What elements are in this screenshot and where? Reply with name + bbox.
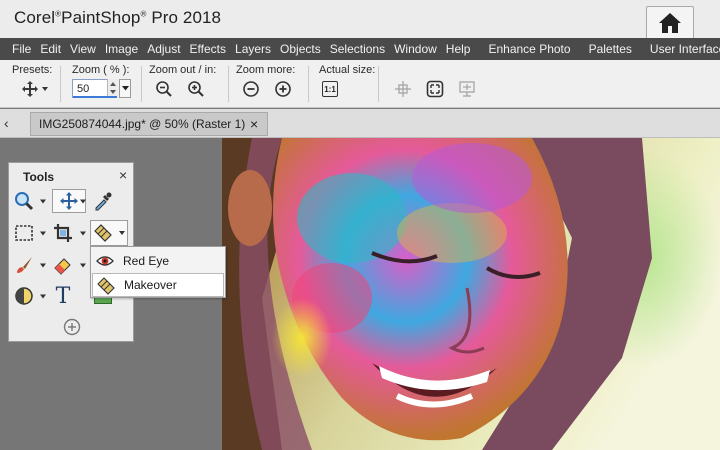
menu-enhance-photo[interactable]: Enhance Photo bbox=[488, 42, 570, 56]
spinner-arrows-icon bbox=[110, 82, 116, 94]
menu-adjust[interactable]: Adjust bbox=[147, 42, 180, 56]
actual-size-label: Actual size: bbox=[319, 64, 376, 76]
rectangle-selection-icon bbox=[15, 225, 33, 241]
paint-brush-tool[interactable] bbox=[13, 254, 35, 276]
eraser-tool[interactable] bbox=[52, 254, 74, 276]
presets-dropdown-icon[interactable] bbox=[42, 87, 48, 92]
document-tab-bar: ‹ IMG250874044.jpg* @ 50% (Raster 1) × bbox=[0, 109, 720, 138]
zoom-out-icon[interactable] bbox=[155, 80, 173, 98]
crop-icon bbox=[54, 224, 72, 242]
tools-close-button[interactable]: × bbox=[119, 167, 127, 183]
zoom-label: Zoom ( % ): bbox=[72, 64, 130, 76]
menu-bar: File Edit View Image Adjust Effects Laye… bbox=[0, 38, 720, 60]
app-title-product: PaintShop bbox=[61, 8, 141, 27]
fill-tool[interactable] bbox=[13, 285, 35, 307]
zoom-in-icon[interactable] bbox=[187, 80, 205, 98]
zoom-dropdown-button[interactable] bbox=[119, 79, 131, 98]
zoom-slider-fill bbox=[73, 96, 117, 98]
menu-user-interface[interactable]: User Interface bbox=[650, 42, 720, 56]
tab-scroll-left-button[interactable]: ‹ bbox=[4, 115, 9, 131]
toolbar-separator bbox=[60, 66, 61, 102]
menu-file[interactable]: File bbox=[12, 42, 31, 56]
actual-size-glyph: 1:1 bbox=[324, 84, 336, 94]
selection-tool[interactable] bbox=[13, 222, 35, 244]
pan-icon bbox=[60, 192, 78, 210]
eye-icon bbox=[96, 256, 114, 266]
retouch-tools-flyout: Red Eye Makeover bbox=[90, 246, 226, 298]
document-tab-title: IMG250874044.jpg* @ 50% (Raster 1) bbox=[39, 117, 246, 131]
tool-caret-icon[interactable] bbox=[80, 263, 86, 269]
tool-caret-icon[interactable] bbox=[40, 263, 46, 269]
app-title-brand: Corel bbox=[14, 8, 56, 27]
toolbar-separator bbox=[228, 66, 229, 102]
dropper-tool[interactable] bbox=[92, 190, 114, 212]
tool-caret-icon[interactable] bbox=[40, 294, 46, 300]
text-tool-icon: T bbox=[55, 283, 71, 309]
menu-effects[interactable]: Effects bbox=[190, 42, 226, 56]
fit-window-icon[interactable] bbox=[426, 80, 444, 98]
eyedropper-icon bbox=[95, 192, 112, 211]
menu-edit[interactable]: Edit bbox=[40, 42, 61, 56]
document-tab[interactable]: IMG250874044.jpg* @ 50% (Raster 1) × bbox=[30, 112, 268, 136]
menu-help[interactable]: Help bbox=[446, 42, 471, 56]
add-tool-button[interactable] bbox=[61, 316, 83, 338]
photo-image bbox=[222, 138, 720, 450]
app-title-version: Pro 2018 bbox=[151, 8, 222, 27]
toolbar-separator bbox=[308, 66, 309, 102]
presets-label: Presets: bbox=[12, 64, 53, 76]
menu-palettes[interactable]: Palettes bbox=[589, 42, 632, 56]
tool-caret-icon[interactable] bbox=[40, 199, 46, 205]
presets-pan-icon[interactable] bbox=[21, 80, 39, 98]
paint-bucket-icon bbox=[15, 287, 33, 305]
toolbar-separator bbox=[378, 66, 379, 102]
tool-caret-icon[interactable] bbox=[80, 231, 86, 237]
home-button[interactable] bbox=[646, 6, 694, 38]
tools-palette-title: Tools bbox=[23, 170, 55, 184]
crop-tool[interactable] bbox=[52, 222, 74, 244]
tool-caret-icon[interactable] bbox=[80, 199, 86, 205]
menu-image[interactable]: Image bbox=[105, 42, 138, 56]
menu-objects[interactable]: Objects bbox=[280, 42, 321, 56]
makeover-icon bbox=[94, 224, 112, 242]
makeover-icon bbox=[97, 277, 115, 295]
app-title: Corel®PaintShop® Pro 2018 bbox=[14, 8, 222, 27]
paintbrush-icon bbox=[17, 257, 32, 273]
photo-canvas[interactable] bbox=[222, 138, 720, 450]
zoom-more-in-icon[interactable] bbox=[274, 80, 292, 98]
toolbar-separator bbox=[141, 66, 142, 102]
flyout-item-makeover[interactable]: Makeover bbox=[92, 273, 224, 297]
magnifier-icon bbox=[15, 192, 34, 211]
tool-caret-icon[interactable] bbox=[40, 231, 46, 237]
menu-window[interactable]: Window bbox=[394, 42, 437, 56]
plus-circle-icon bbox=[63, 318, 81, 336]
chevron-down-icon bbox=[121, 86, 129, 91]
fit-screen-icon[interactable] bbox=[458, 80, 476, 98]
menu-selections[interactable]: Selections bbox=[330, 42, 385, 56]
flyout-item-red-eye[interactable]: Red Eye bbox=[92, 249, 224, 273]
flyout-label: Makeover bbox=[124, 278, 177, 292]
zoom-tool[interactable] bbox=[13, 190, 35, 212]
flyout-label: Red Eye bbox=[123, 254, 170, 268]
menu-view[interactable]: View bbox=[70, 42, 96, 56]
menu-layers[interactable]: Layers bbox=[235, 42, 271, 56]
text-tool[interactable]: T bbox=[52, 283, 74, 309]
zoom-more-label: Zoom more: bbox=[236, 64, 296, 76]
makeover-tool[interactable] bbox=[90, 220, 128, 246]
tool-caret-icon bbox=[119, 230, 125, 235]
zoom-out-in-label: Zoom out / in: bbox=[149, 64, 217, 76]
tab-close-button[interactable]: × bbox=[250, 116, 258, 132]
zoom-more-out-icon[interactable] bbox=[242, 80, 260, 98]
title-bar: Corel®PaintShop® Pro 2018 bbox=[0, 0, 720, 38]
actual-size-button[interactable]: 1:1 bbox=[322, 81, 338, 97]
home-icon bbox=[659, 12, 681, 33]
eraser-icon bbox=[54, 258, 71, 275]
crosshair-icon[interactable] bbox=[394, 80, 412, 98]
